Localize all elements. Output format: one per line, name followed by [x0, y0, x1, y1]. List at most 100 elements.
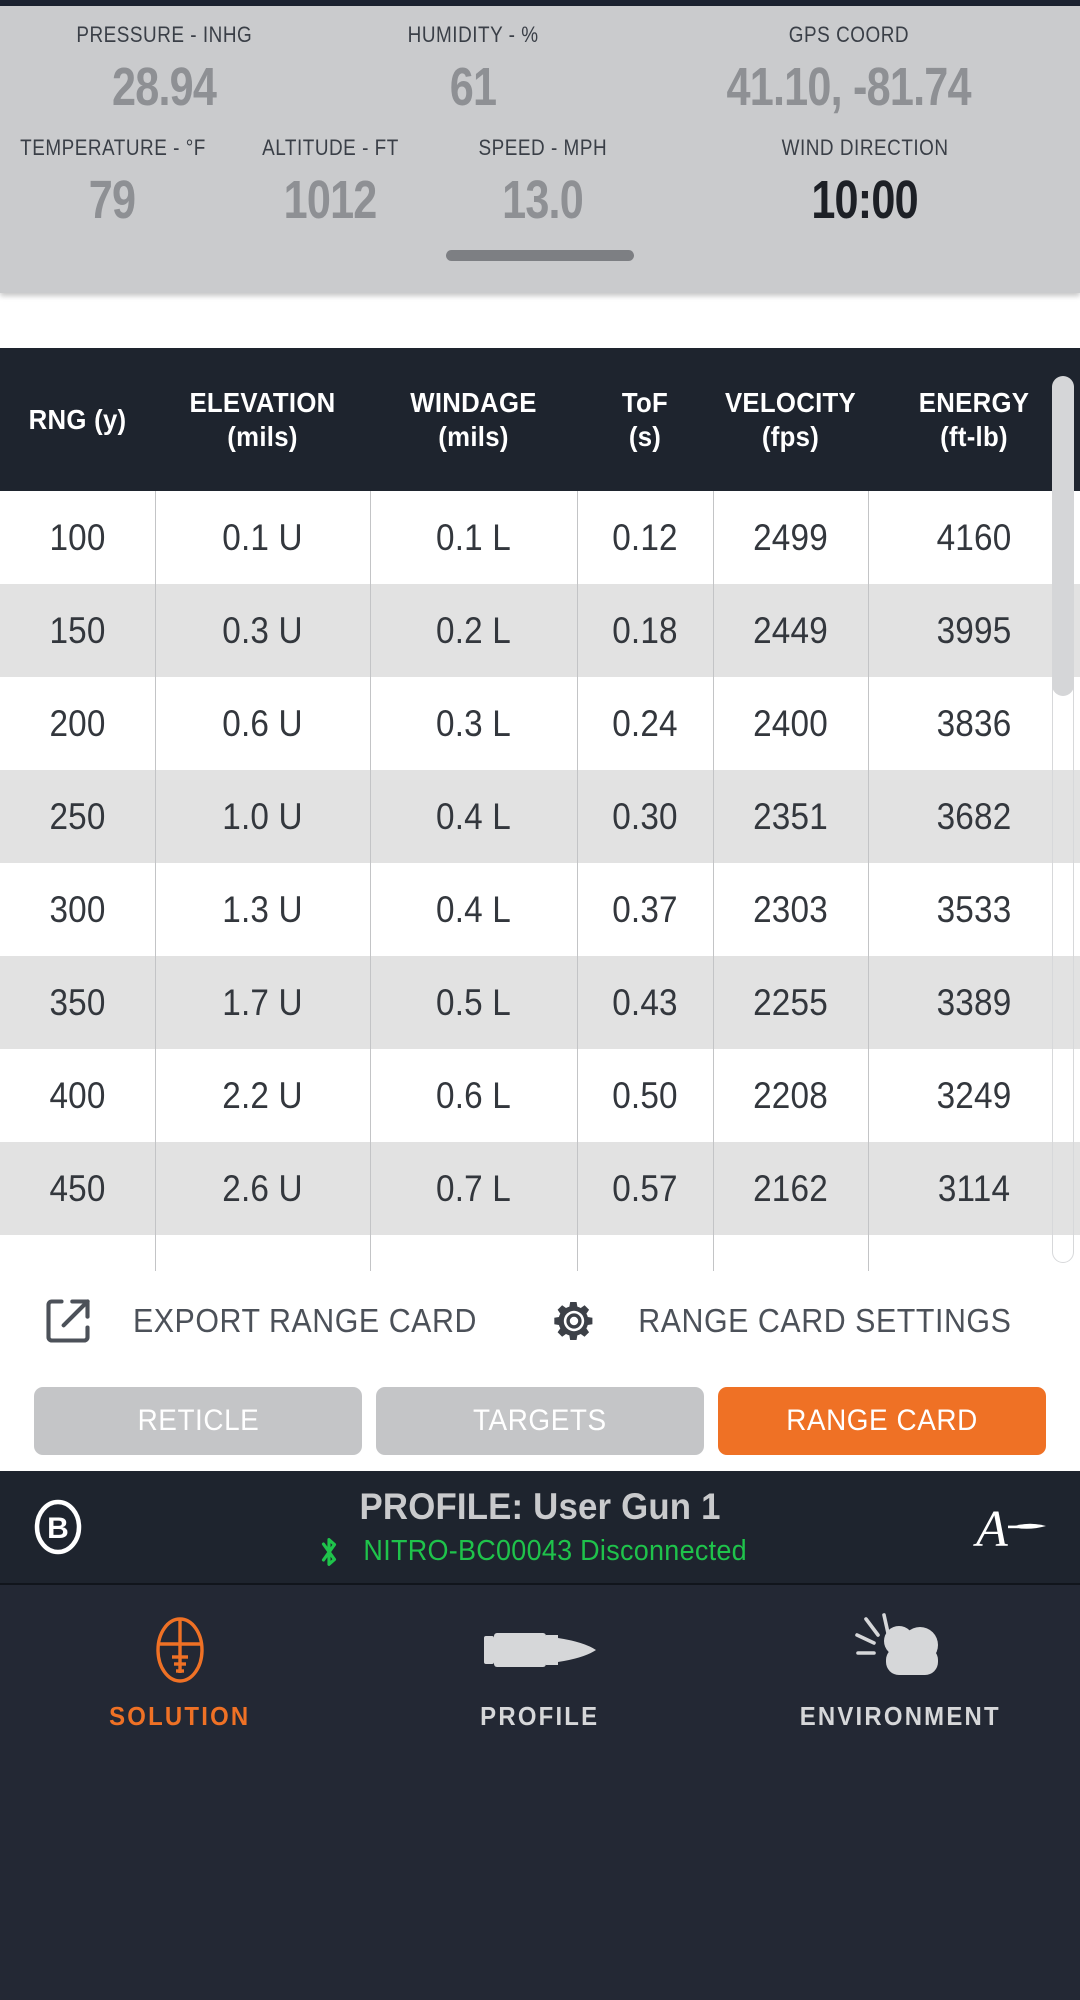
segment-targets[interactable]: TARGETS: [376, 1387, 704, 1455]
environment-label: HUMIDITY - %: [407, 22, 539, 47]
applied-ballistics-a-logo: A: [968, 1496, 1052, 1558]
table-scrollbar-thumb[interactable]: [1052, 376, 1074, 696]
export-range-card-button[interactable]: EXPORT RANGE CARD: [42, 1295, 492, 1347]
environment-secondary-cell[interactable]: WIND DIRECTION 10:00: [650, 127, 1080, 237]
table-cell: 1.3 U: [222, 888, 303, 930]
environment-label: WIND DIRECTION: [781, 135, 949, 160]
table-cell: 2208: [753, 1074, 828, 1116]
table-cell: 450: [49, 1167, 106, 1209]
table-cell: 250: [49, 795, 106, 837]
nav-item-environment[interactable]: ENVIRONMENT: [720, 1585, 1080, 1732]
table-cell: 0.1 U: [222, 516, 303, 558]
table-row[interactable]: 250 1.0 U 0.4 L 0.30 2351 3682: [0, 770, 1080, 863]
profile-title: PROFILE: User Gun 1: [359, 1485, 721, 1527]
reticle-icon: [148, 1611, 212, 1689]
table-cell: 150: [49, 609, 106, 651]
environment-label: GPS COORD: [788, 22, 910, 47]
table-cell: 1.7 U: [222, 981, 303, 1023]
table-row[interactable]: 350 1.7 U 0.5 L 0.43 2255 3389: [0, 956, 1080, 1049]
table-row[interactable]: 100 0.1 U 0.1 L 0.12 2499 4160: [0, 491, 1080, 584]
svg-text:B: B: [47, 1512, 69, 1545]
table-cell: 3995: [936, 609, 1012, 651]
panel-drag-handle[interactable]: [446, 250, 634, 261]
column-header-unit: (s): [628, 420, 662, 452]
table-row[interactable]: 450 2.6 U 0.7 L 0.57 2162 3114: [0, 1142, 1080, 1235]
nav-item-profile[interactable]: PROFILE: [360, 1585, 720, 1732]
environment-row-primary: PRESSURE - INHG 28.94 HUMIDITY - % 61 GPS CO…: [0, 14, 1080, 127]
environment-label: PRESSURE - INHG: [76, 22, 252, 47]
environment-label: SPEED - MPH: [478, 135, 607, 160]
table-cell: 0.4 L: [436, 888, 511, 930]
column-header[interactable]: ENERGY (ft-lb): [876, 386, 1071, 452]
environment-primary-cell[interactable]: HUMIDITY - % 61: [328, 14, 618, 127]
bottom-navigation[interactable]: SOLUTION PROFILE ENVIRONMENT: [0, 1585, 1080, 2000]
table-cell: 3533: [936, 888, 1012, 930]
segment-label: RANGE CARD: [786, 1404, 978, 1437]
table-header-row: RNG (y) ELEVATION (mils) WINDAGE (mils) ToF (s…: [0, 348, 1080, 491]
segment-label: TARGETS: [473, 1404, 607, 1437]
table-row[interactable]: 150 0.3 U 0.2 L 0.18 2449 3995: [0, 584, 1080, 677]
segment-reticle[interactable]: RETICLE: [34, 1387, 362, 1455]
profile-info: PROFILE: User Gun 1 NITRO-BC00043 Discon…: [0, 1486, 1080, 1569]
nav-item-solution[interactable]: SOLUTION: [0, 1585, 360, 1732]
table-cell: 2.2 U: [222, 1074, 303, 1116]
column-header[interactable]: WINDAGE (mils): [378, 386, 568, 452]
column-header-unit: (fps): [761, 420, 820, 452]
environment-secondary-cell[interactable]: TEMPERATURE - °F 79: [0, 127, 225, 237]
table-cell: 2449: [753, 609, 828, 651]
table-row[interactable]: 300 1.3 U 0.4 L 0.37 2303 3533: [0, 863, 1080, 956]
svg-text:A: A: [973, 1501, 1008, 1558]
environment-summary-panel[interactable]: PRESSURE - INHG 28.94 HUMIDITY - % 61 GPS CO…: [0, 6, 1080, 293]
environment-secondary-cell[interactable]: SPEED - MPH 13.0: [435, 127, 650, 237]
column-header[interactable]: VELOCITY (fps): [719, 386, 862, 452]
environment-primary-cell[interactable]: GPS COORD 41.10, -81.74: [618, 14, 1080, 127]
column-header-title: ToF: [621, 387, 669, 419]
environment-value: 79: [89, 170, 136, 230]
column-header-unit: (mils): [227, 420, 298, 452]
table-cell: 2162: [753, 1167, 828, 1209]
column-header-title: WINDAGE: [410, 387, 537, 419]
export-range-card-label: EXPORT RANGE CARD: [132, 1302, 477, 1339]
table-body[interactable]: 100 0.1 U 0.1 L 0.12 2499 4160 150 0.3 U 0.2 L 0.…: [0, 491, 1080, 1235]
environment-value: 13.0: [502, 170, 584, 230]
table-cell: 3836: [936, 702, 1012, 744]
table-cell: 2499: [753, 516, 828, 558]
table-cell: 0.3 L: [436, 702, 511, 744]
nav-item-label: ENVIRONMENT: [799, 1701, 1001, 1731]
bluetooth-status[interactable]: NITRO-BC00043 Disconnected: [318, 1535, 761, 1569]
bluetooth-icon: [318, 1535, 340, 1569]
profile-status-bar[interactable]: B PROFILE: User Gun 1 NITRO-BC00043 Disc…: [0, 1471, 1080, 1585]
column-header-title: ENERGY: [918, 387, 1030, 419]
table-cell: 3114: [937, 1167, 1011, 1209]
range-card-settings-label: RANGE CARD SETTINGS: [638, 1302, 1012, 1339]
column-header-title: VELOCITY: [724, 387, 857, 419]
range-card-settings-button[interactable]: RANGE CARD SETTINGS: [550, 1297, 1028, 1345]
table-cell: 2303: [753, 888, 828, 930]
gear-icon: [550, 1297, 598, 1345]
table-cell: 0.3 U: [222, 609, 303, 651]
table-row[interactable]: 200 0.6 U 0.3 L 0.24 2400 3836: [0, 677, 1080, 770]
column-header-unit: (ft-lb): [940, 420, 1008, 452]
column-header[interactable]: RNG (y): [6, 403, 149, 436]
table-cell: 0.1 L: [436, 516, 511, 558]
table-cell: 4160: [936, 516, 1012, 558]
environment-value: 10:00: [811, 170, 919, 230]
external-link-icon: [42, 1295, 94, 1347]
segment-range-card[interactable]: RANGE CARD: [718, 1387, 1046, 1455]
table-cell: 2255: [753, 981, 828, 1023]
panel-table-gap: [0, 293, 1080, 348]
range-card-table: RNG (y) ELEVATION (mils) WINDAGE (mils) ToF (s…: [0, 348, 1080, 1271]
environment-primary-cell[interactable]: PRESSURE - INHG 28.94: [0, 14, 328, 127]
table-cell: 0.4 L: [436, 795, 511, 837]
table-cell: 0.12: [612, 516, 678, 558]
view-segmented-control[interactable]: RETICLE TARGETS RANGE CARD: [0, 1371, 1080, 1471]
weather-icon: [854, 1611, 946, 1689]
environment-secondary-cell[interactable]: ALTITUDE - FT 1012: [225, 127, 435, 237]
column-header[interactable]: ToF (s): [582, 386, 707, 452]
column-header[interactable]: ELEVATION (mils): [164, 386, 362, 452]
nav-item-label: SOLUTION: [109, 1701, 251, 1731]
table-row[interactable]: 400 2.2 U 0.6 L 0.50 2208 3249: [0, 1049, 1080, 1142]
table-cell: 2.6 U: [222, 1167, 303, 1209]
app-screen: PRESSURE - INHG 28.94 HUMIDITY - % 61 GPS CO…: [0, 0, 1080, 2000]
environment-label: TEMPERATURE - °F: [19, 135, 206, 160]
